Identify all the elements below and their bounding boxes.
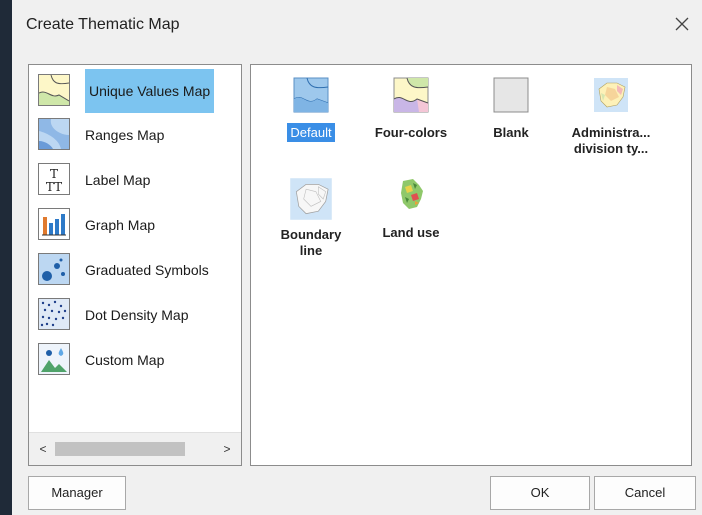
administrative-division-template-icon bbox=[593, 77, 629, 113]
dot-density-map-icon bbox=[38, 298, 70, 330]
map-type-list: Unique Values Map Ranges Map T TT Label M… bbox=[29, 65, 241, 435]
unique-values-map-icon bbox=[38, 74, 70, 106]
template-administrative-division[interactable]: Administra... division ty... bbox=[561, 77, 661, 157]
graduated-symbols-icon bbox=[38, 253, 70, 285]
svg-text:TT: TT bbox=[46, 180, 62, 194]
map-type-label: Ranges Map bbox=[85, 127, 165, 143]
custom-map-icon bbox=[38, 343, 70, 375]
template-label-line1: Administra... bbox=[571, 125, 651, 140]
scroll-left-icon[interactable]: < bbox=[33, 439, 53, 459]
template-boundary-line[interactable]: Boundary line bbox=[261, 177, 361, 259]
title-bar: Create Thematic Map bbox=[12, 0, 702, 50]
template-blank[interactable]: Blank bbox=[461, 77, 561, 141]
create-thematic-map-dialog: Create Thematic Map Unique Values Map Ra… bbox=[12, 0, 702, 515]
dialog-title: Create Thematic Map bbox=[26, 16, 180, 33]
template-label-line2: division ty... bbox=[573, 141, 649, 156]
template-label: Four-colors bbox=[374, 125, 448, 140]
map-type-graph-map[interactable]: Graph Map bbox=[29, 203, 241, 247]
template-gallery: Default Four-colors Blank Administra... … bbox=[250, 64, 692, 466]
four-colors-template-icon bbox=[393, 77, 429, 113]
map-type-label: Custom Map bbox=[85, 352, 165, 368]
manager-button[interactable]: Manager bbox=[28, 476, 126, 510]
svg-text:T: T bbox=[50, 167, 58, 181]
close-icon[interactable] bbox=[670, 12, 694, 36]
map-type-label: Dot Density Map bbox=[85, 307, 189, 323]
label-map-icon: T TT bbox=[38, 163, 70, 195]
map-type-label: Label Map bbox=[85, 172, 151, 188]
ok-button[interactable]: OK bbox=[490, 476, 590, 510]
land-use-template-icon bbox=[393, 177, 429, 213]
template-land-use[interactable]: Land use bbox=[361, 177, 461, 241]
default-template-icon bbox=[293, 77, 329, 113]
template-label-line1: Boundary bbox=[280, 227, 342, 242]
map-type-dot-density[interactable]: Dot Density Map bbox=[29, 293, 241, 337]
map-type-list-panel: Unique Values Map Ranges Map T TT Label M… bbox=[28, 64, 242, 466]
graph-map-icon bbox=[38, 208, 70, 240]
template-label: Blank bbox=[493, 125, 529, 140]
ranges-map-icon bbox=[38, 118, 70, 150]
cancel-button[interactable]: Cancel bbox=[594, 476, 696, 510]
map-type-label: Graduated Symbols bbox=[85, 262, 209, 278]
map-type-label-map[interactable]: T TT Label Map bbox=[29, 158, 241, 202]
map-type-label: Graph Map bbox=[85, 217, 156, 233]
horizontal-scrollbar[interactable]: < > bbox=[29, 432, 241, 465]
map-type-label: Unique Values Map bbox=[85, 69, 215, 113]
scroll-right-icon[interactable]: > bbox=[217, 439, 237, 459]
map-type-unique-values[interactable]: Unique Values Map bbox=[29, 69, 241, 113]
map-type-ranges[interactable]: Ranges Map bbox=[29, 113, 241, 157]
boundary-line-template-icon bbox=[289, 177, 333, 221]
template-label: Default bbox=[287, 123, 335, 142]
template-label: Land use bbox=[382, 225, 440, 240]
template-four-colors[interactable]: Four-colors bbox=[361, 77, 461, 141]
map-type-custom-map[interactable]: Custom Map bbox=[29, 338, 241, 382]
template-default[interactable]: Default bbox=[261, 77, 361, 142]
map-type-graduated-symbols[interactable]: Graduated Symbols bbox=[29, 248, 241, 292]
blank-template-icon bbox=[493, 77, 529, 113]
scrollbar-thumb[interactable] bbox=[55, 442, 185, 456]
template-label-line2: line bbox=[299, 243, 323, 258]
